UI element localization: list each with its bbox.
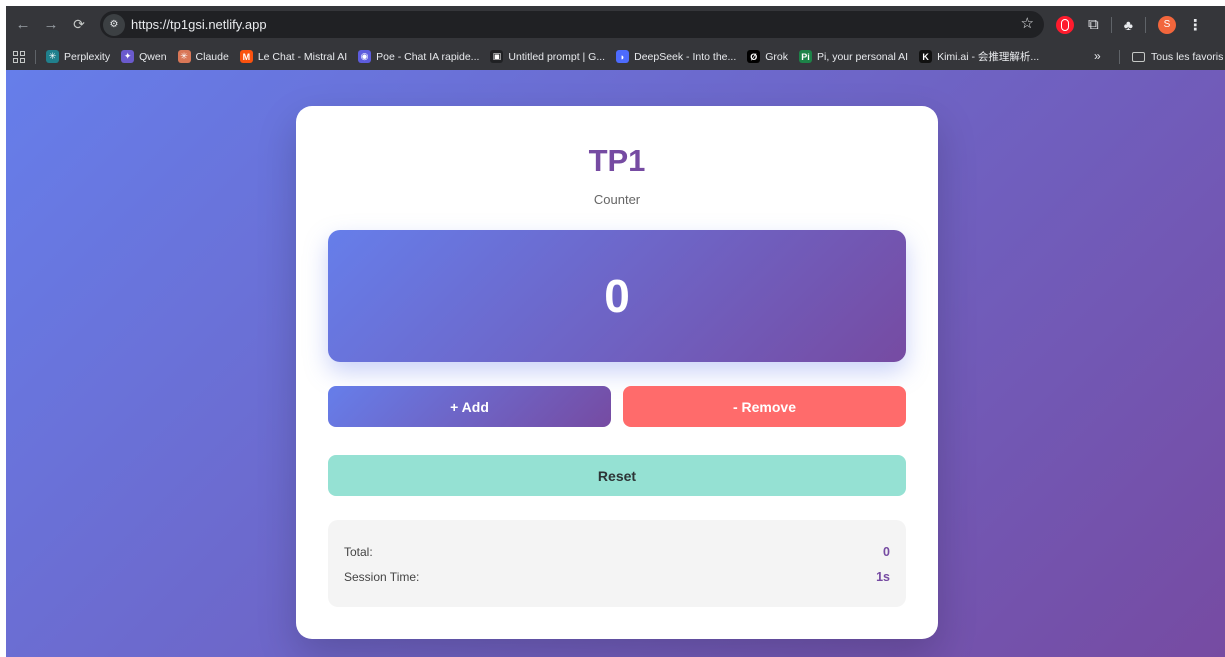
pi-icon: Pi — [799, 50, 813, 63]
folder-label: Tous les favoris — [1151, 50, 1224, 63]
bookmark-label: DeepSeek - Into the... — [634, 50, 737, 63]
reload-icon[interactable]: ⟳ — [66, 12, 92, 38]
back-icon[interactable]: ← — [10, 12, 36, 38]
bookmarks-bar: ✳ Perplexity ✦ Qwen ✳ Claude M Le Chat - Mistra… — [6, 43, 1225, 70]
session-time-value: 1s — [876, 570, 890, 584]
grok-icon: Ø — [747, 50, 761, 63]
page-title: TP1 — [588, 143, 646, 178]
bookmarks-overflow-icon[interactable]: » — [1094, 49, 1101, 63]
bookmark-item[interactable]: K Kimi.ai - 会推理解析... — [919, 49, 1039, 64]
poe-icon: ◉ — [358, 50, 372, 63]
ai-studio-icon: ▣ — [490, 50, 504, 63]
menu-icon[interactable]: ⋮ — [1188, 16, 1203, 34]
toolbar-icons: ⧉ ♣ S ⋮ — [1050, 6, 1203, 43]
bookmark-label: Claude — [195, 50, 229, 63]
total-label: Total: — [344, 545, 373, 559]
bookmark-label: Poe - Chat IA rapide... — [376, 50, 480, 63]
extensions-icon[interactable]: ⧉ — [1088, 16, 1099, 33]
bookmark-item[interactable]: M Le Chat - Mistral AI — [239, 50, 348, 63]
bookmark-item[interactable]: ✳ Perplexity — [46, 50, 110, 63]
page-background: TP1 Counter 0 + Add - Remove Reset Total… — [6, 70, 1225, 657]
profile-avatar[interactable]: S — [1157, 15, 1176, 34]
apps-grid-icon[interactable] — [13, 50, 25, 63]
total-value: 0 — [883, 545, 890, 559]
folder-icon — [1132, 51, 1145, 62]
bookmark-item[interactable]: ▣ Untitled prompt | G... — [490, 50, 605, 63]
all-bookmarks-folder[interactable]: Tous les favoris — [1132, 43, 1223, 70]
bookmark-item[interactable]: ✳ Claude — [177, 50, 229, 63]
deepseek-icon: ◗ — [616, 50, 630, 63]
bookmark-item[interactable]: ◉ Poe - Chat IA rapide... — [358, 50, 479, 63]
stats-panel: Total: 0 Session Time: 1s — [328, 520, 906, 607]
bookmark-label: Untitled prompt | G... — [508, 50, 606, 63]
toolbar-divider — [1144, 16, 1146, 33]
site-info-icon[interactable]: ⚙ — [103, 13, 125, 36]
bookmarks-divider — [1119, 50, 1120, 64]
opera-extension-icon[interactable] — [1056, 15, 1074, 34]
qwen-icon: ✦ — [121, 50, 135, 63]
remove-button[interactable]: - Remove — [623, 386, 906, 427]
mistral-icon: M — [239, 50, 253, 63]
bookmark-label: Perplexity — [64, 50, 111, 63]
bookmark-label: Qwen — [139, 50, 167, 63]
address-bar[interactable]: ⚙ https://tp1gsi.netlify.app ☆ — [100, 11, 1044, 38]
browser-window: ← → ⟳ ⚙ https://tp1gsi.netlify.app ☆ ⧉ ♣… — [6, 6, 1225, 657]
page-subtitle: Counter — [593, 192, 641, 207]
perplexity-icon: ✳ — [46, 50, 59, 63]
bookmark-label: Le Chat - Mistral AI — [257, 50, 348, 63]
claude-icon: ✳ — [177, 50, 191, 63]
incognito-icon[interactable]: ♣ — [1124, 17, 1133, 33]
counter-display: 0 — [328, 230, 906, 362]
url-text[interactable]: https://tp1gsi.netlify.app — [131, 17, 267, 32]
browser-toolbar: ← → ⟳ ⚙ https://tp1gsi.netlify.app ☆ ⧉ ♣… — [6, 6, 1225, 43]
session-time-label: Session Time: — [344, 570, 420, 584]
kimi-icon: K — [919, 50, 933, 63]
bookmark-item[interactable]: Pi Pi, your personal AI — [799, 50, 908, 63]
toolbar-divider — [1110, 16, 1112, 33]
screen: ← → ⟳ ⚙ https://tp1gsi.netlify.app ☆ ⧉ ♣… — [0, 0, 1225, 657]
bookmark-label: Pi, your personal AI — [817, 50, 909, 63]
bookmark-item[interactable]: Ø Grok — [747, 50, 788, 63]
forward-icon[interactable]: → — [38, 12, 64, 38]
reset-button[interactable]: Reset — [328, 455, 906, 496]
bookmark-list: ✳ Perplexity ✦ Qwen ✳ Claude M Le Chat - Mistra… — [36, 49, 1039, 64]
bookmark-label: Kimi.ai - 会推理解析... — [937, 51, 1040, 63]
add-button[interactable]: + Add — [328, 386, 611, 427]
bookmark-label: Grok — [765, 50, 789, 63]
counter-value: 0 — [604, 270, 630, 322]
counter-card: TP1 Counter 0 + Add - Remove Reset Total… — [296, 106, 938, 639]
bookmark-item[interactable]: ✦ Qwen — [121, 50, 167, 63]
stat-row-total: Total: 0 — [344, 544, 890, 560]
bookmark-star-icon[interactable]: ☆ — [1021, 14, 1034, 32]
bookmark-item[interactable]: ◗ DeepSeek - Into the... — [616, 50, 736, 63]
stat-row-session: Session Time: 1s — [344, 569, 890, 585]
